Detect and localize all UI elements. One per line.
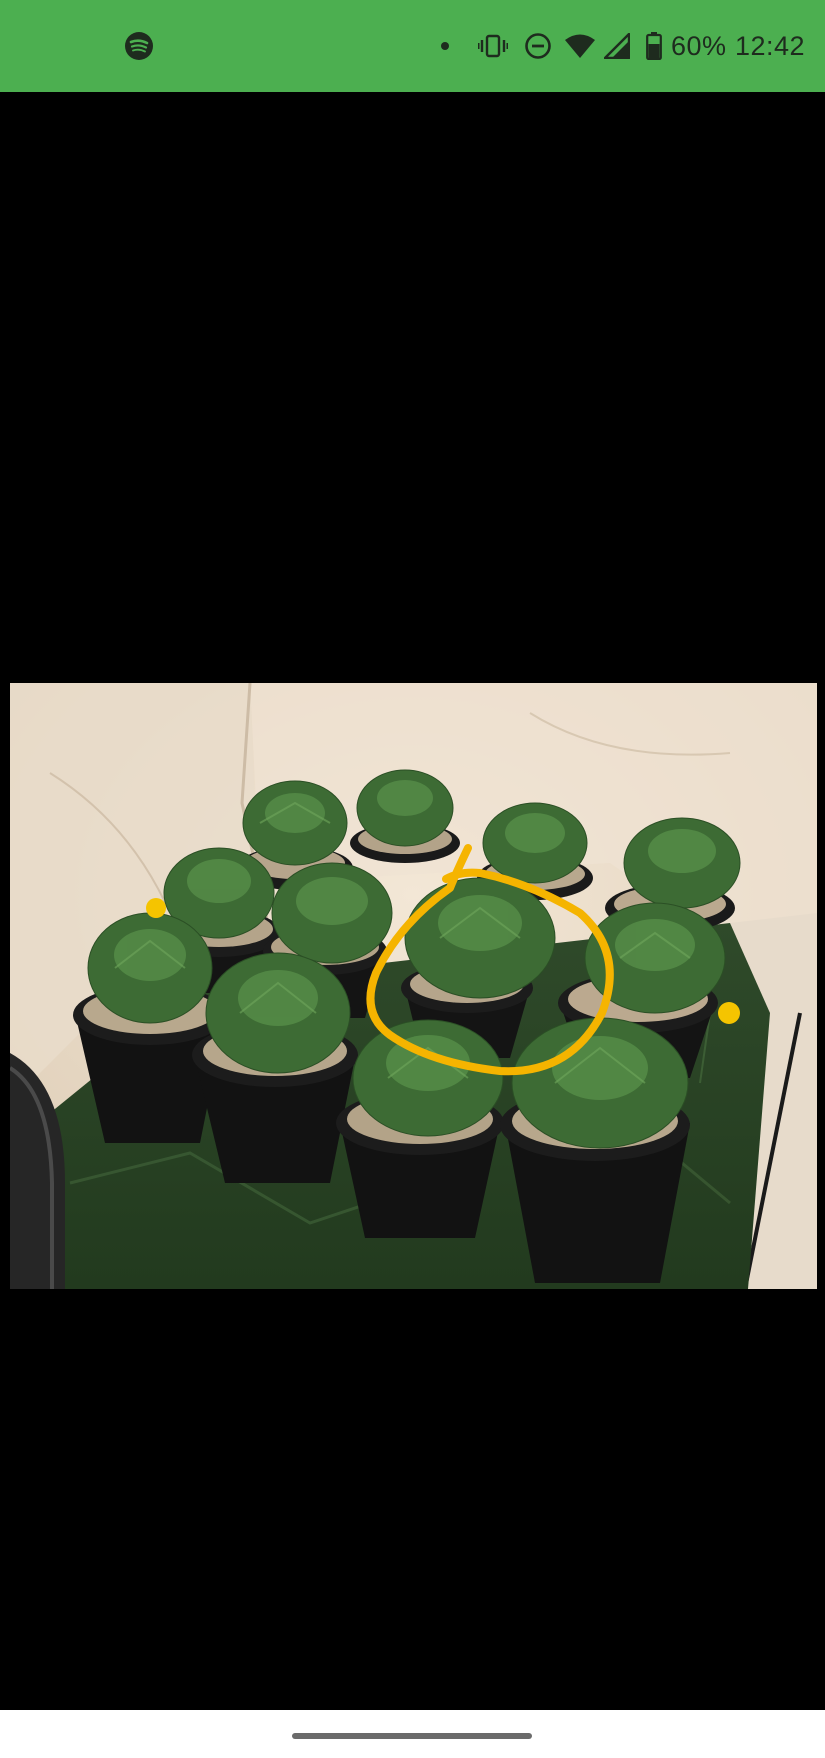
do-not-disturb-icon (524, 0, 552, 92)
battery-percent: 60% (671, 30, 727, 61)
navigation-bar (0, 1710, 825, 1758)
home-gesture-handle[interactable] (292, 1733, 532, 1739)
image-viewer[interactable] (0, 92, 825, 1710)
cell-signal-icon (604, 0, 630, 92)
clock: 12:42 (735, 30, 806, 61)
grow-tent-photo[interactable] (10, 683, 817, 1289)
vibrate-icon (478, 0, 508, 92)
spotify-icon (124, 0, 154, 92)
status-bar: 60% 12:42 (0, 0, 825, 92)
notification-dot-icon (440, 0, 450, 92)
wifi-icon (564, 0, 596, 92)
photo-content (10, 683, 817, 1289)
battery-icon (646, 0, 662, 92)
